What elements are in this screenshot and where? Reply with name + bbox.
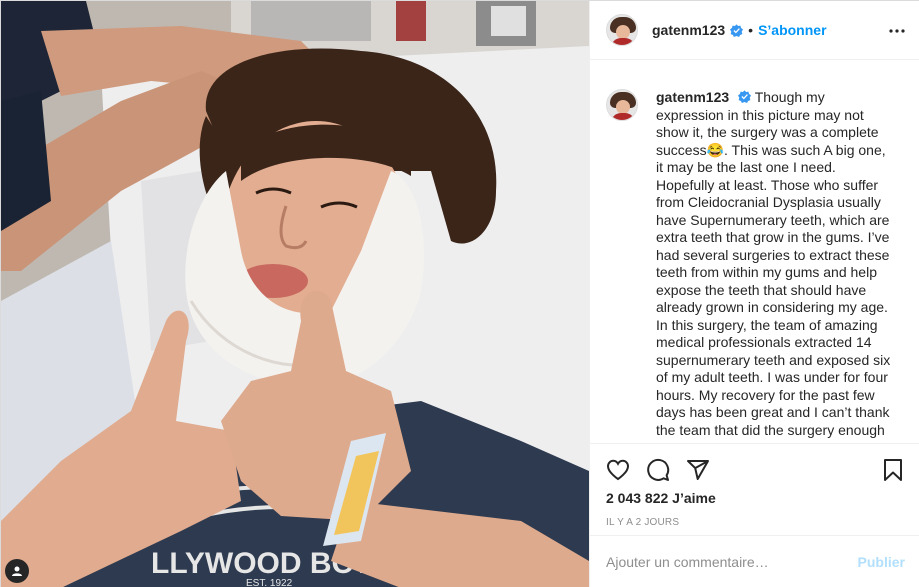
actions-section: 2 043 822 J’aime IL Y A 2 JOURS (590, 443, 919, 535)
person-icon (12, 566, 22, 576)
user-tag-icon[interactable] (5, 559, 29, 583)
shirt-print-est: EST. 1922 (246, 578, 293, 587)
post-timestamp[interactable]: IL Y A 2 JOURS (606, 517, 679, 528)
username-link[interactable]: gatenm123 (652, 22, 725, 38)
likes-count[interactable]: 2 043 822 J’aime (606, 490, 716, 506)
more-options-icon[interactable] (889, 23, 905, 39)
comment-form: Publier (590, 535, 919, 587)
verified-badge-icon (738, 90, 752, 103)
action-buttons (606, 458, 710, 482)
caption-section: gatenm123 Though my expression in this p… (590, 61, 919, 443)
follow-button[interactable]: S’abonner (758, 22, 826, 38)
comment-input[interactable] (606, 554, 858, 570)
instagram-post: LLYWOOD BOWL EST. 1922 gatenm123 • S’abo… (0, 0, 919, 587)
share-icon[interactable] (686, 458, 710, 482)
post-photo-illustration: LLYWOOD BOWL EST. 1922 (1, 1, 589, 587)
post-header: gatenm123 • S’abonner (590, 1, 919, 60)
post-details-panel: gatenm123 • S’abonner gatenm123 Though m… (589, 1, 919, 587)
comment-icon[interactable] (646, 458, 670, 482)
separator-dot: • (748, 22, 754, 38)
heart-icon[interactable] (606, 458, 630, 482)
publish-button[interactable]: Publier (858, 554, 905, 570)
verified-badge-icon (730, 23, 744, 37)
caption-text: gatenm123 Though my expression in this p… (656, 89, 894, 439)
avatar[interactable] (606, 14, 638, 46)
post-photo[interactable]: LLYWOOD BOWL EST. 1922 (1, 1, 589, 587)
bookmark-icon[interactable] (881, 458, 905, 482)
caption-username[interactable]: gatenm123 (656, 89, 729, 105)
caption-avatar[interactable] (606, 89, 638, 121)
caption-body: Though my expression in this picture may… (656, 89, 891, 438)
